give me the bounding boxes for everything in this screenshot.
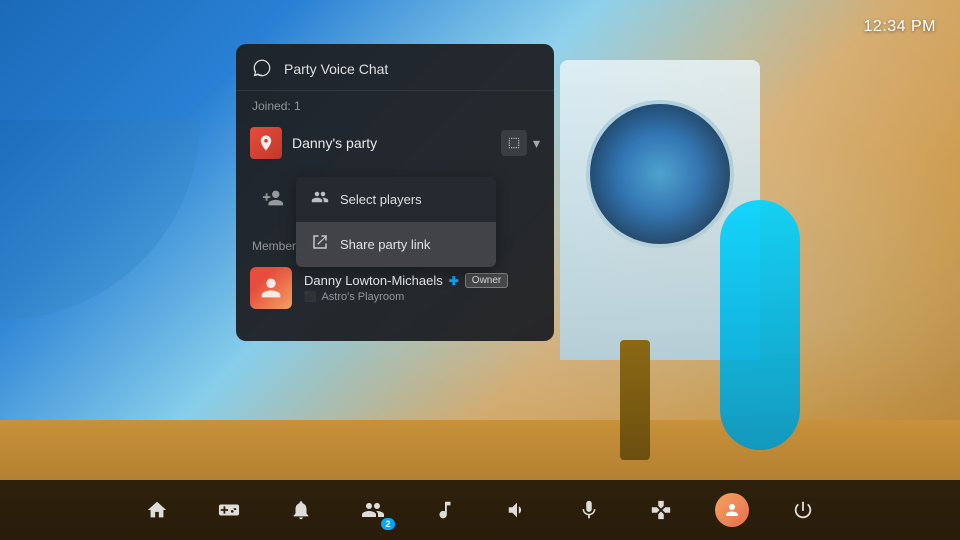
home-button[interactable] (139, 492, 175, 528)
panel-header: Party Voice Chat (236, 44, 554, 91)
add-player-button[interactable] (252, 177, 294, 219)
joined-label: Joined: 1 (236, 91, 554, 119)
add-player-row: Select players Share party link (252, 177, 538, 219)
share-party-link-label: Share party link (340, 237, 430, 252)
share-party-link-icon (310, 233, 330, 256)
select-players-label: Select players (340, 192, 422, 207)
music-button[interactable] (427, 492, 463, 528)
party-voice-chat-icon (252, 58, 274, 80)
member-name-row: Danny Lowton-Michaels ✚ Owner (304, 273, 508, 288)
select-players-item[interactable]: Select players (296, 177, 496, 222)
member-game-name: Astro's Playroom (321, 291, 404, 303)
share-party-link-item[interactable]: Share party link (296, 222, 496, 267)
volume-button[interactable] (499, 492, 535, 528)
friends-button[interactable]: 2 (355, 492, 391, 528)
party-chevron-button[interactable]: ▾ (533, 135, 540, 152)
ps-plus-icon: ✚ (449, 274, 459, 288)
select-players-icon (310, 188, 330, 211)
friends-badge: 2 (381, 518, 395, 530)
member-avatar (250, 267, 292, 309)
clock: 12:34 PM (864, 18, 936, 36)
party-row: Danny's party ▾ (236, 119, 554, 167)
party-row-actions: ▾ (501, 130, 540, 156)
taskbar: 2 (0, 480, 960, 540)
profile-button[interactable] (715, 493, 749, 527)
power-button[interactable] (785, 492, 821, 528)
notifications-button[interactable] (283, 492, 319, 528)
party-settings-button[interactable] (501, 130, 527, 156)
game-icon: ⬛ (304, 292, 316, 303)
member-row: Danny Lowton-Michaels ✚ Owner ⬛ Astro's … (236, 259, 554, 317)
owner-badge: Owner (465, 273, 508, 288)
party-name: Danny's party (292, 135, 491, 151)
dropdown-menu: Select players Share party link (296, 177, 496, 267)
party-thumbnail (250, 127, 282, 159)
actions-area: Select players Share party link (236, 167, 554, 229)
member-name: Danny Lowton-Michaels (304, 273, 443, 288)
gamepad-button[interactable] (643, 492, 679, 528)
game-library-button[interactable] (211, 492, 247, 528)
microphone-button[interactable] (571, 492, 607, 528)
member-game: ⬛ Astro's Playroom (304, 291, 508, 303)
party-panel: Party Voice Chat Joined: 1 Danny's party… (236, 44, 554, 341)
member-info: Danny Lowton-Michaels ✚ Owner ⬛ Astro's … (304, 273, 508, 303)
panel-title: Party Voice Chat (284, 61, 388, 77)
